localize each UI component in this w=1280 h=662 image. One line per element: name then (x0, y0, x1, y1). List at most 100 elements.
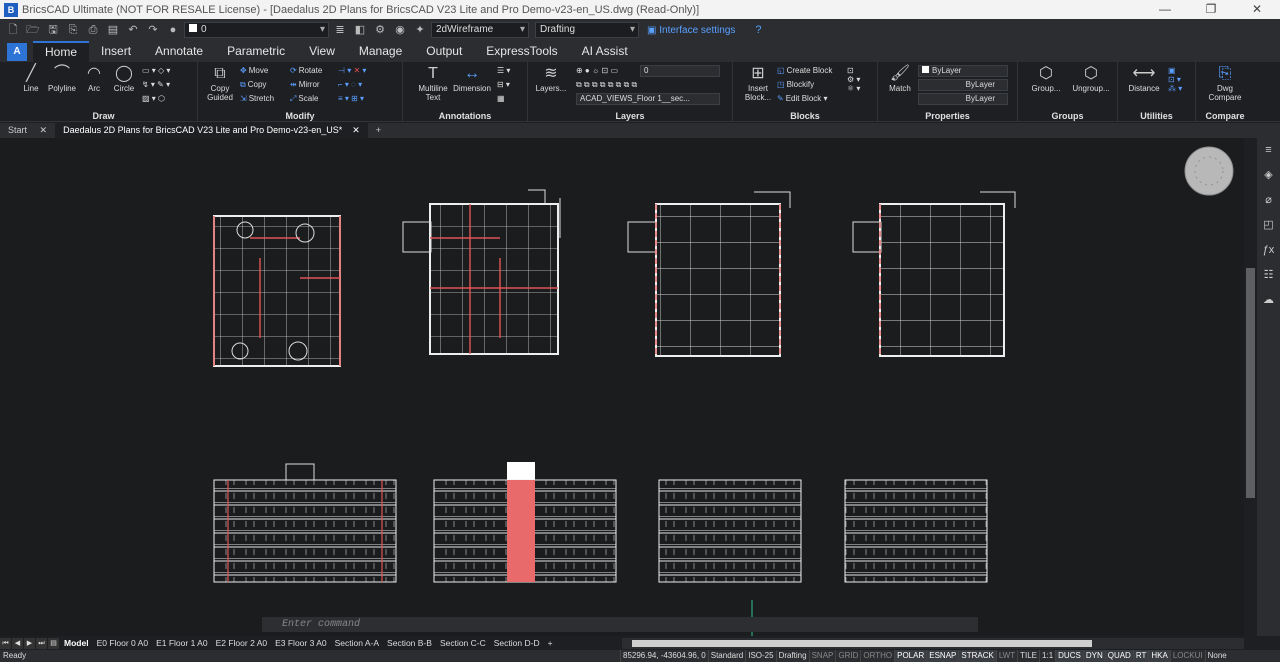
interface-settings-link[interactable]: ▣ Interface settings (647, 25, 735, 36)
layout-tab-e1[interactable]: E1 Floor 1 A0 (152, 638, 212, 648)
status-toggle[interactable]: POLAR (894, 650, 927, 662)
doc-tab-active[interactable]: Daedalus 2D Plans for BricsCAD V23 Lite … (55, 123, 368, 138)
status-toggle[interactable]: Drafting (775, 650, 809, 662)
render-icon[interactable]: ◉ (391, 21, 409, 39)
save-as-icon[interactable]: ⎘ (64, 21, 82, 39)
new-file-icon[interactable]: 🗋 (4, 21, 22, 39)
dwg-compare-tool[interactable]: ⎘ Dwg Compare (1200, 64, 1250, 102)
attachments-icon[interactable]: ⌀ (1257, 188, 1280, 213)
leader-tool[interactable]: ☰ ▾ (497, 66, 510, 75)
tab-home[interactable]: Home (33, 41, 90, 62)
plot-icon[interactable]: ▤ (104, 21, 122, 39)
polyline-tool[interactable]: ⌒ Polyline (46, 64, 78, 93)
close-button[interactable]: ✕ (1234, 0, 1280, 19)
next-layout-button[interactable]: ▶ (24, 637, 35, 649)
status-toggle[interactable]: HKA (1148, 650, 1170, 662)
grid-tool[interactable]: ▦ (497, 94, 505, 103)
tab-manage[interactable]: Manage (347, 41, 414, 62)
status-toggle[interactable]: GRID (835, 650, 860, 662)
block-extra-tools[interactable]: ⊡ ⚙ ▾ ⚛ ▾ (847, 66, 860, 93)
status-toggle[interactable]: DYN (1082, 650, 1105, 662)
dimension-tool[interactable]: ↔ Dimension (451, 64, 493, 93)
ungroup-tool[interactable]: ⬡ Ungroup... (1068, 64, 1114, 93)
tab-output[interactable]: Output (414, 41, 474, 62)
status-toggle[interactable]: ESNAP (926, 650, 959, 662)
layer-view-combo[interactable]: ACAD_VIEWS_Floor 1__sec... (576, 93, 720, 105)
status-toggle[interactable]: SNAP (808, 650, 836, 662)
add-layout-button[interactable]: + (544, 638, 557, 648)
distance-tool[interactable]: ⟷ Distance (1124, 64, 1164, 93)
layers-panel-icon[interactable]: ◈ (1257, 163, 1280, 188)
status-toggle[interactable]: LWT (995, 650, 1017, 662)
layer-combo[interactable]: 0 (184, 22, 329, 38)
layout-tab-e0[interactable]: E0 Floor 0 A0 (93, 638, 153, 648)
tab-expresstools[interactable]: ExpressTools (474, 41, 569, 62)
last-layout-button[interactable]: ⏭ (36, 637, 47, 649)
linetype-combo[interactable]: ByLayer (918, 79, 1008, 91)
layout-tab-section-d[interactable]: Section D-D (490, 638, 544, 648)
layout-tab-section-a[interactable]: Section A-A (331, 638, 383, 648)
layers-tool[interactable]: ≋ Layers... (534, 64, 568, 93)
multiline-text-tool[interactable]: T Multiline Text (413, 64, 453, 102)
tab-annotate[interactable]: Annotate (143, 41, 215, 62)
move-tool[interactable]: ✥ Move (240, 66, 268, 75)
visual-style-combo[interactable]: 2dWireframe (431, 22, 529, 38)
fillet-tool[interactable]: ⌐ ▾ ◌ ▾ (338, 80, 362, 89)
properties-panel-icon[interactable]: ≡ (1257, 138, 1280, 163)
undo-icon[interactable]: ↶ (124, 21, 142, 39)
tab-parametric[interactable]: Parametric (215, 41, 297, 62)
drawing-explorer-icon[interactable]: ◰ (1257, 213, 1280, 238)
status-toggle[interactable]: ORTHO (860, 650, 894, 662)
tab-view[interactable]: View (297, 41, 347, 62)
first-layout-button[interactable]: ⏮ (0, 637, 11, 649)
line-tool[interactable]: ╱ Line (18, 64, 44, 93)
save-icon[interactable]: 🖫 (44, 21, 62, 39)
offset-tool[interactable]: ≡ ▾ ⊞ ▾ (338, 94, 364, 103)
status-toggle[interactable]: STRACK (958, 650, 996, 662)
status-toggle[interactable]: LOCKUI (1169, 650, 1205, 662)
help-icon[interactable]: ? (749, 21, 767, 39)
lineweight-combo[interactable]: ByLayer (918, 93, 1008, 105)
edit-block-tool[interactable]: ✎ Edit Block ▾ (777, 94, 828, 103)
color-combo[interactable]: ByLayer (918, 65, 1008, 77)
mirror-tool[interactable]: ⇹ Mirror (290, 80, 320, 89)
minimize-button[interactable]: — (1142, 0, 1188, 19)
circle-tool[interactable]: ◯ Circle (110, 64, 138, 93)
rectangle-tool[interactable]: ▭ ▾ ◇ ▾ (142, 66, 170, 75)
layout-tab-model[interactable]: Model (60, 638, 93, 648)
insert-block-tool[interactable]: ⊞ Insert Block... (741, 64, 775, 102)
drawing-canvas[interactable] (0, 138, 1244, 636)
command-line[interactable]: Enter command (262, 617, 978, 632)
spline-tool[interactable]: ↯ ▾ ✎ ▾ (142, 80, 170, 89)
workspace-combo[interactable]: Drafting (535, 22, 639, 38)
utilities-extra[interactable]: ▣ ⊡ ▾ ⁂ ▾ (1168, 66, 1182, 93)
status-toggle[interactable]: 1:1 (1039, 650, 1055, 662)
close-icon[interactable]: ✕ (352, 125, 360, 135)
group-tool[interactable]: ⬡ Group... (1024, 64, 1068, 93)
close-icon[interactable]: ✕ (40, 125, 48, 135)
layout-list-button[interactable]: ▤ (48, 637, 59, 649)
copy-guided-tool[interactable]: ⧉ Copy Guided (202, 64, 238, 102)
status-toggle[interactable]: ISO-25 (745, 650, 775, 662)
layer-current-combo[interactable]: 0 (640, 65, 720, 77)
doc-tab-start[interactable]: Start ✕ (0, 123, 55, 138)
stretch-tool[interactable]: ⇲ Stretch (240, 94, 274, 103)
prev-layout-button[interactable]: ◀ (12, 637, 23, 649)
copy-tool[interactable]: ⧉ Copy (240, 80, 266, 90)
vertical-scroll-thumb[interactable] (1246, 268, 1255, 498)
redo-icon[interactable]: ↷ (144, 21, 162, 39)
rotate-tool[interactable]: ⟳ Rotate (290, 66, 322, 75)
tab-ai-assist[interactable]: AI Assist (570, 41, 640, 62)
tab-insert[interactable]: Insert (89, 41, 143, 62)
layer-previous-icon[interactable]: ◧ (351, 21, 369, 39)
library-icon[interactable]: ☷ (1257, 263, 1280, 288)
status-toggle[interactable]: DUCS (1055, 650, 1083, 662)
cloud-icon[interactable]: ☁ (1257, 288, 1280, 313)
status-toggle[interactable]: TILE (1017, 650, 1039, 662)
layer-state-icon[interactable]: ● (164, 21, 182, 39)
settings-icon[interactable]: ⚙ (371, 21, 389, 39)
horizontal-scrollbar[interactable] (622, 638, 1244, 649)
status-toggle[interactable]: RT (1132, 650, 1149, 662)
layer-tools-row2[interactable]: ⧉ ⧉ ⧉ ⧉ ⧉ ⧉ ⧉ ⧉ (576, 80, 637, 90)
add-tab-button[interactable]: + (368, 123, 389, 138)
